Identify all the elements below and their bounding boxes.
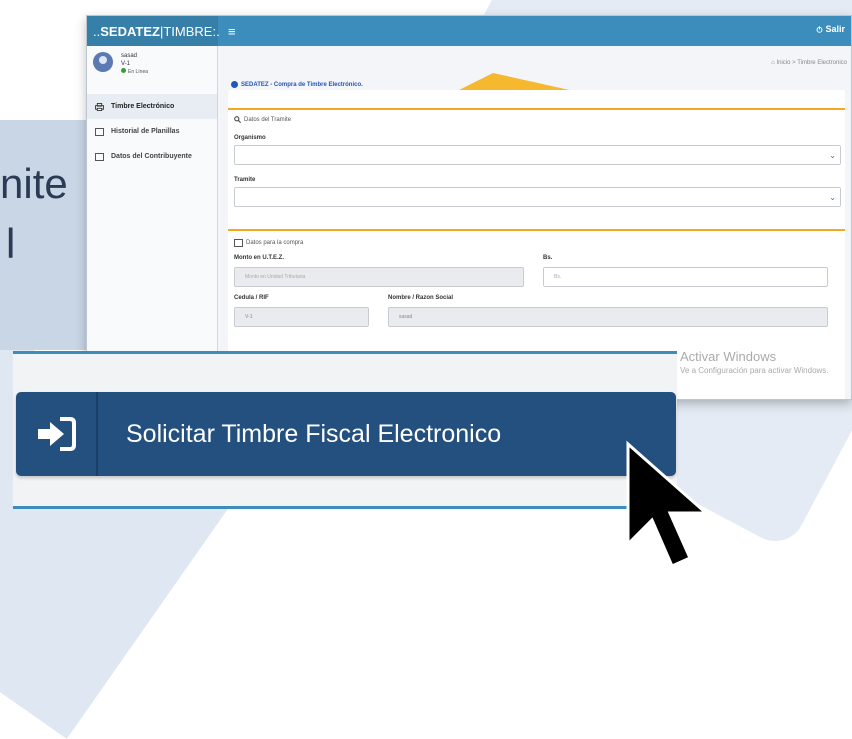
online-dot-icon <box>121 68 126 73</box>
app-window: .. SEDATEZ | TIMBRE:. ≡ Salir sasad V-1 En … <box>86 15 852 400</box>
table-icon <box>95 152 104 161</box>
breadcrumb-home[interactable]: Inicio <box>776 60 790 66</box>
chevron-down-icon: ⌄ <box>829 193 836 202</box>
background-text-line: l <box>6 220 16 267</box>
user-name: sasad <box>121 53 138 59</box>
watermark-title: Activar Windows <box>680 349 777 364</box>
mouse-cursor-icon <box>626 440 710 568</box>
nombre-label: Nombre / Razon Social <box>388 295 454 301</box>
user-panel: sasad V-1 En Línea <box>87 46 217 94</box>
brand-prefix: .. <box>93 23 101 39</box>
sidebar-item-contribuyente[interactable]: Datos del Contribuyente <box>87 144 217 169</box>
top-navbar: .. SEDATEZ | TIMBRE:. ≡ Salir <box>87 16 851 46</box>
breadcrumb-current: Timbre Electronico <box>797 60 847 66</box>
main-content: ⌂ Inicio > Timbre Electronico SEDATEZ - … <box>218 46 851 399</box>
section-header-compra: Datos para la compra <box>228 231 845 253</box>
page-title-text: SEDATEZ - Compra de Timbre Electrónico. <box>241 81 363 88</box>
zoomed-button-panel: Solicitar Timbre Fiscal Electronico <box>13 351 677 509</box>
breadcrumb-separator: > <box>792 60 796 66</box>
watermark-subtitle: Ve a Configuración para activar Windows. <box>680 366 829 375</box>
section-heading: Datos para la compra <box>246 240 304 246</box>
section-header-tramite: Datos del Tramite <box>228 110 845 129</box>
monto-label: Monto en U.T.E.Z. <box>234 255 284 261</box>
sidebar-item-label: Datos del Contribuyente <box>111 153 192 160</box>
search-icon <box>234 116 241 123</box>
monto-input[interactable]: Monto en Unidad Tributaria <box>234 267 524 287</box>
table-icon <box>95 127 104 136</box>
brand-name: SEDATEZ <box>100 23 160 39</box>
table-icon <box>234 239 243 247</box>
tramite-label: Tramite <box>234 177 256 183</box>
user-id: V-1 <box>121 61 131 67</box>
logout-button[interactable]: Salir <box>816 24 845 34</box>
cedula-input[interactable]: V-1 <box>234 307 369 327</box>
home-icon: ⌂ <box>771 60 775 66</box>
user-status: En Línea <box>121 68 148 76</box>
organismo-label: Organismo <box>234 135 266 141</box>
power-icon <box>817 25 823 33</box>
organismo-select[interactable]: ⌄ <box>234 145 841 165</box>
printer-icon <box>95 102 104 111</box>
nombre-input[interactable]: sasad <box>388 307 828 327</box>
request-timbre-label: Solicitar Timbre Fiscal Electronico <box>126 419 502 448</box>
section-heading: Datos del Tramite <box>244 116 292 123</box>
logout-label: Salir <box>825 24 845 34</box>
avatar <box>93 52 113 72</box>
compra-fields: Monto en U.T.E.Z. Monto en Unidad Tribut… <box>228 253 845 333</box>
sidebar-item-timbre[interactable]: Timbre Electrónico <box>87 94 217 119</box>
page-title: SEDATEZ - Compra de Timbre Electrónico. <box>231 81 363 88</box>
user-status-label: En Línea <box>128 69 149 75</box>
bs-label: Bs. <box>543 255 553 261</box>
user-info: sasad V-1 En Línea <box>121 52 148 88</box>
brand-suffix: TIMBRE:. <box>163 23 220 39</box>
menu-toggle-icon[interactable]: ≡ <box>228 24 236 39</box>
background-text-line: nite <box>0 160 68 207</box>
bs-input[interactable]: Bs. <box>543 267 828 287</box>
tramite-select[interactable]: ⌄ <box>234 187 841 207</box>
sidebar-item-label: Historial de Planillas <box>111 128 180 135</box>
windows-activation-watermark: Activar Windows Ve a Configuración para … <box>680 350 829 378</box>
breadcrumb: ⌂ Inicio > Timbre Electronico <box>771 60 847 66</box>
cedula-label: Cedula / RIF <box>234 295 269 301</box>
sidebar-item-historial[interactable]: Historial de Planillas <box>87 119 217 144</box>
chevron-down-icon: ⌄ <box>829 151 836 160</box>
request-timbre-button[interactable]: Solicitar Timbre Fiscal Electronico <box>16 392 676 476</box>
brand-logo[interactable]: .. SEDATEZ | TIMBRE:. <box>87 16 220 46</box>
sidebar-item-label: Timbre Electrónico <box>111 103 175 110</box>
sidebar: sasad V-1 En Línea Timbre Electrónico Hi… <box>87 46 218 399</box>
info-icon <box>231 81 238 88</box>
sign-in-icon <box>16 392 98 476</box>
